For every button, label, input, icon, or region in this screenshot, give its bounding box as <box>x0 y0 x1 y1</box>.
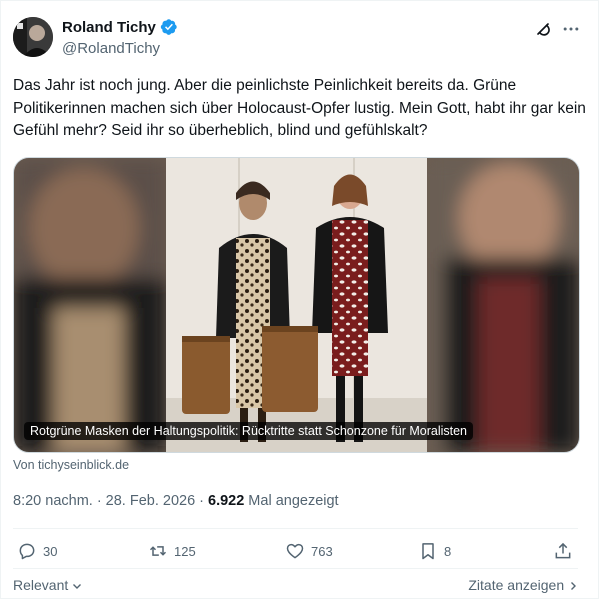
views-label: Mal angezeigt <box>248 493 339 509</box>
reply-button[interactable]: 30 <box>17 541 57 561</box>
author-handle[interactable]: @RolandTichy <box>62 40 160 57</box>
like-button[interactable]: 763 <box>285 541 333 561</box>
bookmark-count: 8 <box>444 543 452 559</box>
avatar[interactable] <box>13 17 53 57</box>
show-quotes-link[interactable]: Zitate anzeigen <box>468 577 578 593</box>
meta-separator: · <box>96 493 102 509</box>
relevant-sort-dropdown[interactable]: Relevant <box>13 577 82 593</box>
quotes-label: Zitate anzeigen <box>468 577 565 593</box>
repost-icon <box>149 546 167 556</box>
tweet-date[interactable]: 28. Feb. 2026 <box>106 493 196 509</box>
grok-icon[interactable] <box>533 19 553 39</box>
views-count: 6.922 <box>208 493 245 509</box>
avatar-image <box>13 17 53 57</box>
tweet-time[interactable]: 8:20 nachm. <box>13 493 93 509</box>
chevron-down-icon <box>73 584 82 590</box>
media-source-link[interactable]: Von tichyseinblick.de <box>13 458 129 472</box>
media-caption: Rotgrüne Masken der Haltungspolitik: Rüc… <box>24 422 474 440</box>
tweet-text: Das Jahr ist noch jung. Aber die peinlic… <box>13 77 586 139</box>
repost-button[interactable]: 125 <box>148 541 196 561</box>
like-icon <box>286 543 304 559</box>
like-count: 763 <box>311 543 333 559</box>
author-name-row[interactable]: Roland Tichy <box>62 18 178 36</box>
share-icon <box>555 542 571 559</box>
divider <box>13 568 578 569</box>
divider <box>13 528 578 529</box>
reply-count: 30 <box>43 543 58 559</box>
relevant-label: Relevant <box>13 577 69 593</box>
tweet-meta: 8:20 nachm. · 28. Feb. 2026 · 6.922 Mal … <box>13 493 339 509</box>
action-bar: 30 125 763 8 <box>13 541 578 565</box>
bookmark-icon <box>422 543 434 560</box>
media-image <box>14 158 579 452</box>
meta-separator: · <box>199 493 204 509</box>
verified-badge-icon <box>160 19 177 35</box>
share-button[interactable] <box>553 541 573 561</box>
bookmark-button[interactable]: 8 <box>418 541 451 561</box>
media-card[interactable]: Rotgrüne Masken der Haltungspolitik: Rüc… <box>13 157 580 453</box>
author-name[interactable]: Roland Tichy <box>62 19 156 36</box>
more-icon[interactable] <box>561 19 581 39</box>
chevron-right-icon <box>571 582 576 591</box>
repost-count: 125 <box>174 543 196 559</box>
reply-icon <box>19 543 35 560</box>
